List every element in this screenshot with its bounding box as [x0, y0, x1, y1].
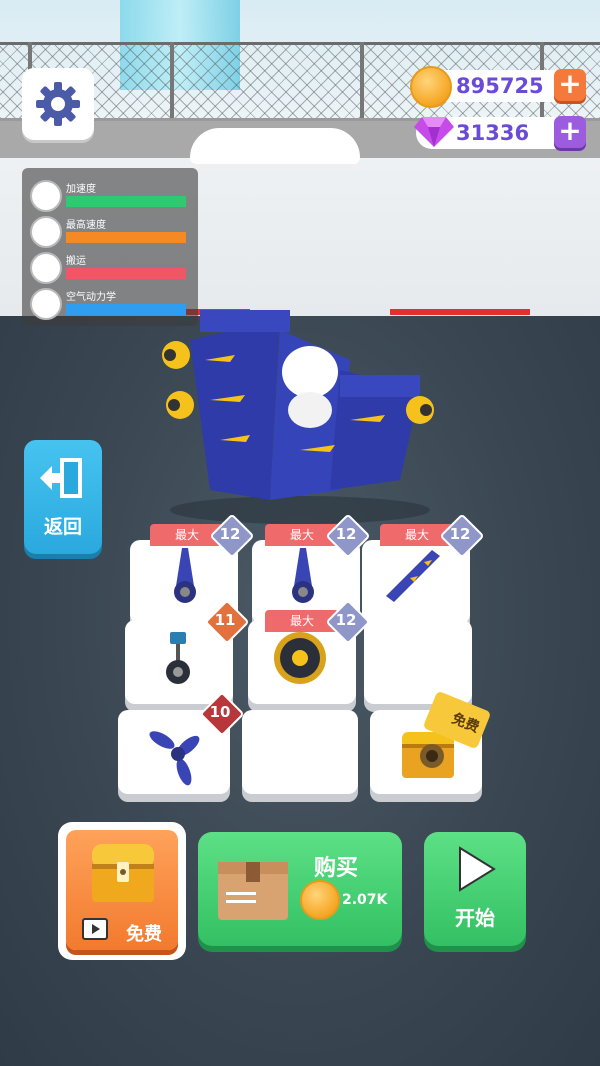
exit-door-icon	[40, 458, 82, 498]
buy-part-button[interactable]: 购买 2.07K	[198, 832, 402, 946]
coin-amount: 895725	[456, 74, 544, 98]
package-box-icon	[218, 862, 288, 920]
fence-rail	[0, 42, 600, 45]
paper-plane-icon	[30, 288, 62, 320]
airplane-model	[162, 310, 434, 524]
stat-bar	[66, 268, 187, 279]
buy-title: 购买	[314, 856, 359, 881]
gem-amount: 31336	[456, 121, 530, 145]
gear-icon	[36, 82, 80, 126]
merge-slot[interactable]	[242, 710, 358, 794]
landing-gear-icon	[292, 548, 314, 603]
coin-icon	[410, 66, 452, 108]
stat-bar	[66, 196, 187, 207]
game-scene: 895725 + 31336 + 加速度 最高速度 搬运 空气动力学 返回 最大…	[0, 0, 600, 1066]
stat-acceleration: 加速度	[28, 178, 194, 212]
start-button[interactable]: 开始	[424, 832, 526, 946]
chest-button-face: 免费	[66, 830, 178, 950]
engine-icon	[274, 632, 326, 684]
level-number: 10	[209, 703, 231, 721]
level-number: 12	[449, 525, 471, 543]
play-icon	[459, 846, 496, 892]
acceleration-gauge-icon	[30, 180, 62, 212]
stat-label: 最高速度	[66, 220, 106, 231]
free-chest-button[interactable]: 免费	[58, 822, 186, 960]
stat-label: 搬运	[66, 256, 86, 267]
back-button[interactable]: 返回	[24, 440, 102, 554]
gem-counter: 31336 +	[414, 115, 586, 151]
propeller-icon	[149, 731, 200, 786]
stat-bar	[66, 232, 187, 243]
video-ad-icon	[82, 918, 108, 940]
buy-price: 2.07K	[342, 892, 388, 908]
snow-mound	[190, 128, 360, 164]
fan-icon	[30, 216, 62, 248]
stat-bar	[66, 304, 187, 315]
treasure-chest-icon	[92, 844, 154, 902]
stat-label: 加速度	[66, 184, 96, 195]
coin-icon	[300, 880, 340, 920]
coin-counter: 895725 +	[410, 66, 586, 108]
stat-carry: 搬运	[28, 250, 194, 284]
wing-icon	[386, 550, 440, 602]
plane-stats-panel: 加速度 最高速度 搬运 空气动力学	[22, 168, 198, 326]
fence-post	[170, 42, 174, 120]
merge-slot[interactable]	[364, 620, 472, 704]
level-number: 12	[219, 525, 241, 543]
free-chest-label: 免费	[126, 924, 162, 945]
add-coins-button[interactable]: +	[554, 69, 586, 101]
landing-gear-icon	[174, 548, 196, 603]
level-number: 12	[335, 611, 357, 629]
gem-icon	[414, 117, 454, 147]
small-landing-gear-icon	[166, 632, 190, 684]
start-label: 开始	[455, 906, 495, 930]
level-number: 12	[335, 525, 357, 543]
fence-post	[360, 42, 364, 120]
stat-top-speed: 最高速度	[28, 214, 194, 248]
stat-label: 空气动力学	[66, 292, 116, 303]
settings-button[interactable]	[22, 68, 94, 140]
level-number: 11	[214, 611, 236, 629]
add-gems-button[interactable]: +	[554, 116, 586, 148]
magnet-icon	[30, 252, 62, 284]
stat-aerodynamics: 空气动力学	[28, 286, 194, 320]
back-label: 返回	[43, 516, 82, 538]
